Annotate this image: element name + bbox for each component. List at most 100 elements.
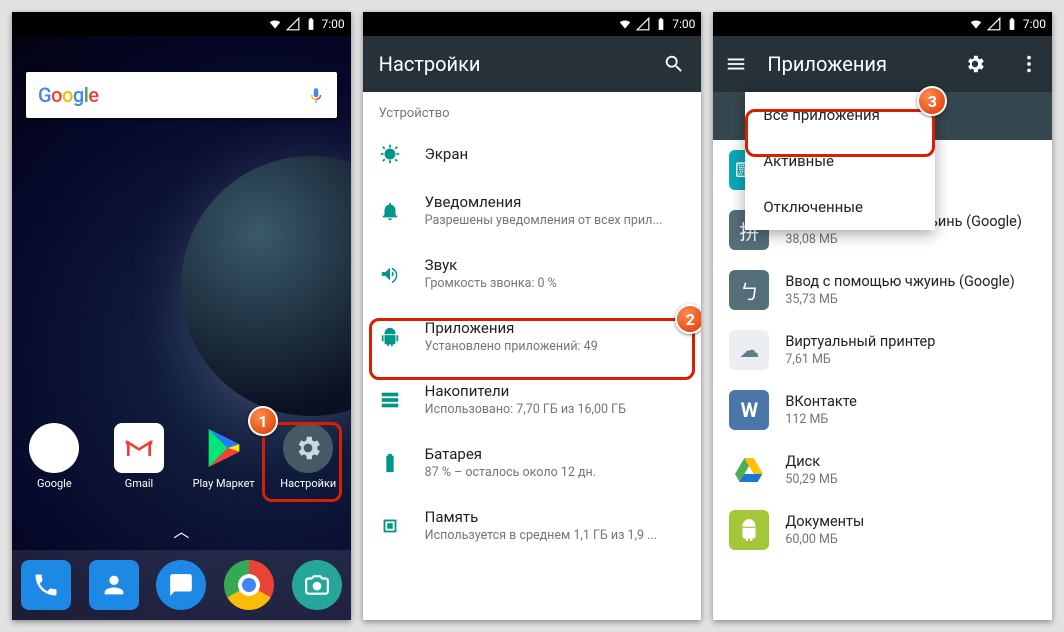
app-list-item[interactable]: Диск 50,29 МБ [713,440,1052,500]
app-item-title: ВКонтакте [785,393,856,410]
dock-camera[interactable] [283,560,351,610]
settings-item-title: Память [425,508,657,526]
status-bar: 7:00 [12,12,351,36]
settings-item-notifications[interactable]: Уведомления Разрешены уведомления от всех… [363,179,702,242]
memory-icon [379,515,401,537]
app-play-store[interactable]: Play Маркет [188,423,260,490]
signal-icon [636,17,650,31]
settings-item-title: Приложения [425,319,598,337]
brightness-icon [379,143,401,165]
cloud-print-icon: ☁ [729,330,769,370]
menu-icon[interactable] [725,53,747,75]
mic-icon[interactable] [307,84,325,106]
battery-icon [1005,17,1019,31]
settings-title: Настройки [379,52,481,76]
battery-icon [379,452,401,474]
phone-apps: 7:00 Приложения ⌨ (Google) 拼 Ввод с помо… [713,12,1052,620]
status-bar: 7:00 [363,12,702,36]
storage-icon [379,389,401,411]
gear-icon[interactable] [964,53,986,75]
settings-section-header: Устройство [363,92,702,129]
wifi-icon [969,17,983,31]
apps-toolbar: Приложения [713,36,1052,92]
android-icon [379,326,401,348]
app-icon: ㄅ [729,270,769,310]
dock [12,550,351,620]
bell-icon [379,200,401,222]
volume-icon [379,263,401,285]
annotation-badge-1: 1 [248,406,278,436]
app-item-size: 112 МБ [785,412,856,427]
battery-icon [304,17,318,31]
app-list-item[interactable]: ☁ Виртуальный принтер 7,61 МБ [713,320,1052,380]
app-item-title: Диск [785,453,837,470]
dock-messages[interactable] [147,560,215,610]
app-label: Настройки [280,477,336,490]
settings-item-apps[interactable]: Приложения Установлено приложений: 49 [363,305,702,368]
settings-item-title: Уведомления [425,193,663,211]
dock-contacts[interactable] [80,560,148,610]
dock-chrome[interactable] [215,560,283,610]
popup-item-all-apps[interactable]: Все приложения [745,92,935,138]
drive-icon [729,450,769,490]
settings-item-subtitle: Разрешены уведомления от всех прил... [425,213,663,228]
android-icon [729,510,769,550]
app-list-item[interactable]: ㄅ Ввод с помощью чжуинь (Google) 35,73 МБ [713,260,1052,320]
app-item-size: 7,61 МБ [785,352,935,367]
home-app-row: Google Gmail Play Маркет Настройки [12,423,351,490]
app-item-size: 38,08 МБ [785,232,1022,247]
app-gmail[interactable]: Gmail [103,423,175,490]
popup-item-disabled[interactable]: Отключенные [745,184,935,230]
settings-toolbar: Настройки [363,36,702,92]
settings-item-subtitle: 87 % – осталось около 12 дн. [425,465,596,480]
dock-phone[interactable] [12,560,80,610]
signal-icon [286,17,300,31]
app-label: Google [37,477,72,490]
wifi-icon [618,17,632,31]
settings-item-display[interactable]: Экран [363,129,702,179]
search-icon[interactable] [663,53,685,75]
app-list-item[interactable]: W ВКонтакте 112 МБ [713,380,1052,440]
app-item-size: 35,73 МБ [785,292,1014,307]
home-screen: Google Google Gmail [12,36,351,620]
app-label: Play Маркет [193,477,255,490]
battery-icon [654,17,668,31]
settings-item-battery[interactable]: Батарея 87 % – осталось около 12 дн. [363,431,702,494]
settings-item-title: Накопители [425,382,626,400]
status-bar: 7:00 [713,12,1052,36]
settings-item-memory[interactable]: Память Используется в среднем 1,1 ГБ из 1… [363,494,702,557]
app-item-title: Виртуальный принтер [785,333,935,350]
wifi-icon [268,17,282,31]
phone-home: 7:00 Google Google [12,12,351,620]
settings-item-sound[interactable]: Звук Громкость звонка: 0 % [363,242,702,305]
signal-icon [987,17,1001,31]
wallpaper-planet [181,156,351,416]
vk-icon: W [729,390,769,430]
apps-title: Приложения [767,52,887,76]
settings-item-subtitle: Громкость звонка: 0 % [425,276,557,291]
annotation-badge-2: 2 [675,304,701,334]
app-item-size: 60,00 МБ [785,532,864,547]
settings-item-storage[interactable]: Накопители Использовано: 7,70 ГБ из 16,00… [363,368,702,431]
phone-settings: 7:00 Настройки Устройство Экран Уведомле… [363,12,702,620]
app-settings[interactable]: Настройки [272,423,344,490]
settings-item-title: Экран [425,145,468,163]
google-search-bar[interactable]: Google [26,72,337,118]
more-icon[interactable] [1018,53,1040,75]
app-item-title: Документы [785,513,864,530]
popup-item-active[interactable]: Активные [745,138,935,184]
app-label: Gmail [125,477,153,490]
settings-item-title: Звук [425,256,557,274]
settings-item-subtitle: Использовано: 7,70 ГБ из 16,00 ГБ [425,402,626,417]
app-item-size: 50,29 МБ [785,472,837,487]
settings-item-title: Батарея [425,445,596,463]
status-time: 7:00 [672,17,695,31]
filter-popup: Все приложения Активные Отключенные [745,92,935,230]
app-drawer-handle[interactable]: ︿ [173,518,189,542]
app-item-title: Ввод с помощью чжуинь (Google) [785,273,1014,290]
settings-item-subtitle: Установлено приложений: 49 [425,339,598,354]
app-list-item[interactable]: Документы 60,00 МБ [713,500,1052,560]
app-google-folder[interactable]: Google [18,423,90,490]
settings-item-subtitle: Используется в среднем 1,1 ГБ из 1,9 ... [425,528,657,543]
google-logo: Google [38,83,99,107]
